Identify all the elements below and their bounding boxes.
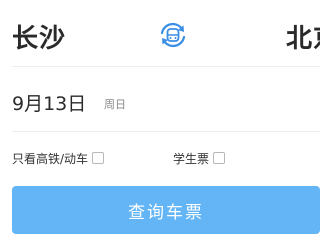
search-tickets-label: 查询车票 [128, 202, 204, 223]
filter-options-row: 只看高铁/动车 学生票 [0, 146, 320, 170]
departure-date-row[interactable]: 9月13日 周日 [0, 67, 320, 131]
train-ticket-search-form: 长沙 北京 9月13日 周日 只看高铁/动车 [0, 0, 320, 240]
high-speed-only-checkbox[interactable] [92, 152, 105, 164]
departure-weekday: 周日 [104, 98, 126, 111]
swap-stations-button[interactable] [156, 20, 190, 50]
departure-date: 9月13日 [12, 93, 87, 115]
arrival-station[interactable]: 北京 [286, 18, 320, 55]
high-speed-only-label: 只看高铁/动车 [12, 151, 89, 166]
search-tickets-button[interactable]: 查询车票 [12, 186, 320, 234]
student-ticket-option[interactable]: 学生票 [173, 146, 226, 170]
swap-stations-icon [160, 22, 186, 48]
student-ticket-checkbox[interactable] [213, 152, 226, 164]
high-speed-only-option[interactable]: 只看高铁/动车 [12, 146, 105, 170]
divider [12, 131, 320, 132]
student-ticket-label: 学生票 [173, 151, 210, 166]
station-row: 长沙 北京 [0, 0, 320, 66]
departure-station[interactable]: 长沙 [12, 18, 66, 55]
